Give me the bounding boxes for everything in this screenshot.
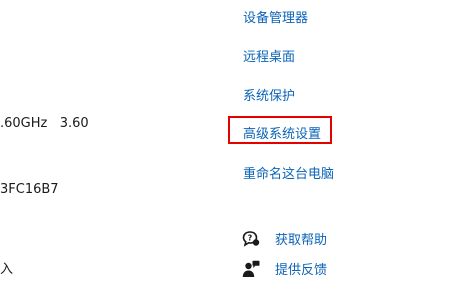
highlight-annotation-box: [228, 116, 332, 144]
help-chat-icon: ?: [242, 230, 260, 248]
get-help-label: 获取帮助: [275, 233, 328, 248]
product-id-text: 3FC16B7: [0, 182, 59, 197]
get-help-link[interactable]: ? 获取帮助: [242, 229, 327, 248]
remote-desktop-link[interactable]: 远程桌面: [243, 46, 295, 65]
device-manager-link[interactable]: 设备管理器: [243, 7, 308, 26]
give-feedback-link[interactable]: 提供反馈: [242, 259, 327, 278]
feedback-person-icon: [242, 260, 260, 278]
give-feedback-label: 提供反馈: [275, 263, 328, 278]
rename-pc-link[interactable]: 重命名这台电脑: [243, 163, 334, 182]
system-protection-link[interactable]: 系统保护: [243, 85, 295, 104]
pen-touch-text: 入: [0, 262, 14, 277]
processor-speed-text: .60GHz 3.60: [0, 116, 89, 131]
svg-text:?: ?: [248, 233, 253, 242]
